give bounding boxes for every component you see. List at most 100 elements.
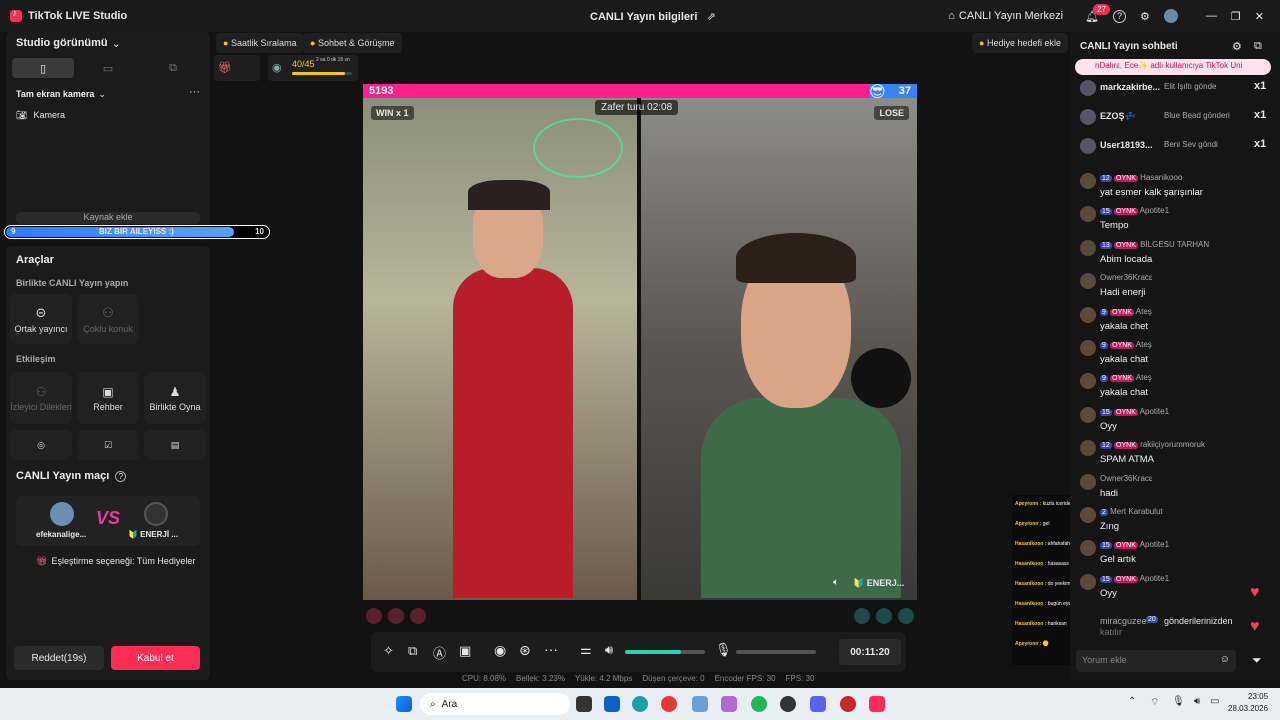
speaker-icon[interactable]: 🔈︎ [833,577,839,588]
volume-tray-icon[interactable]: 🔊︎ [1194,696,1200,707]
filter-icon[interactable]: ⏷ [1252,653,1262,668]
tool-box-button[interactable]: ▤ [144,430,206,460]
chat-message[interactable]: 9 OYNK Ateş yakala chat [1080,339,1270,369]
chrome-icon[interactable] [661,696,677,712]
app-red-icon[interactable] [840,696,856,712]
clock-time[interactable]: 23:05 [1248,692,1268,701]
portrait-view-button[interactable]: ▯ [12,58,74,78]
chat-message[interactable]: Owner36Kracε Hadi enerji [1080,272,1270,302]
popout-icon[interactable]: ⧉ [1254,40,1262,53]
task-view-icon[interactable] [576,696,592,712]
guest-icon[interactable] [366,608,382,624]
guest-icon[interactable] [854,608,870,624]
magic-wand-icon[interactable]: ✧ [383,643,394,659]
captions-icon[interactable]: ▣ [459,643,471,659]
tool-target-button[interactable]: ◎ [10,430,72,460]
live-center-button[interactable]: ⌂ CANLI Yayın Merkezi [948,10,1063,22]
tray-chevron-icon[interactable]: ⌃ [1128,696,1136,707]
edge-icon[interactable] [632,696,648,712]
chat-meet-button[interactable]: ● Sohbet & Görüşme [303,33,402,53]
chat-message[interactable]: 9 OYNK Ateş yakala chat [1080,372,1270,402]
hourly-rank-button[interactable]: ● Saatlik Sıralama [216,33,304,53]
add-gift-goal-button[interactable]: ● Hediye hedefi ekle [972,33,1069,53]
windows-start-icon[interactable] [396,696,412,712]
microphone-icon[interactable]: 🎙︎ [715,642,732,658]
record-icon[interactable]: ◉ [494,642,506,659]
close-icon[interactable]: ✕ [1255,10,1264,23]
more-icon[interactable]: ··· [544,641,558,657]
message-user[interactable]: Hasanikooo [1140,173,1182,182]
avatar[interactable] [1163,9,1178,23]
message-user[interactable]: BİLGESU TARHAN [1140,240,1209,249]
help-icon[interactable]: ? [1113,9,1127,23]
tool-checklist-button[interactable]: ☑ [77,430,139,460]
chat-message[interactable]: 15 OYNK Apotite1 Oyy [1080,406,1270,436]
live-info-button[interactable]: CANLI Yayın bilgileri ⇗ [590,10,716,23]
chat-message[interactable]: 12 OYNK Hasanikooo yat esmer kalk şarışın… [1080,172,1270,202]
outlook-icon[interactable] [604,696,620,712]
help-icon[interactable]: ? [115,470,127,482]
battery-icon[interactable]: ▭ [1210,696,1219,707]
settings-icon[interactable]: ⚙ [1232,40,1242,53]
mic-slider[interactable] [736,650,816,654]
clock-date[interactable]: 28.03.2026 [1228,704,1268,713]
taskbar-search[interactable]: ⌕ Ara [420,693,570,715]
chat-message[interactable]: 15 OYNK Apotite1 Gel artık [1080,539,1270,569]
chat-message[interactable]: 15 OYNK Apotite1 Tempo [1080,205,1270,235]
landscape-view-button[interactable]: ▭ [77,58,139,78]
message-user[interactable]: Ateş [1136,373,1152,382]
comment-input[interactable]: Yorum ekle ☺ [1076,650,1236,672]
settings-gear-icon[interactable]: ⚙ [1140,10,1150,23]
decline-button[interactable]: Reddet(19s) [14,646,104,670]
notification-bell[interactable]: 🔔︎ 27 [1085,3,1110,23]
minimize-icon[interactable]: — [1206,10,1217,22]
guest-icon[interactable] [876,608,892,624]
camera-section-header[interactable]: Tam ekran kamera ⌄ [16,89,106,100]
studio-view-dropdown[interactable]: Studio görünümü ⌄ [16,37,121,50]
chat-message[interactable]: 15 OYNK Apotite1 Oyy [1080,573,1270,603]
volume-icon[interactable]: 🔊︎ [605,642,613,658]
mic-tray-icon[interactable]: 🎙︎ [1172,696,1185,707]
effects-icon[interactable]: ⧉ [408,643,417,659]
chat-message[interactable]: 12 OYNK rakiiçiyorummoruk SPAM ATMA [1080,439,1270,469]
volume-slider[interactable] [625,650,705,654]
copilot-icon[interactable] [721,696,737,712]
multi-guest-button[interactable]: ⚇ Çoklu konuk [77,294,139,344]
wifi-icon[interactable]: ⌔ [1150,696,1159,709]
chat-message[interactable]: Owner36Kracε hadi [1080,473,1270,503]
ai-icon[interactable]: Ⓐ [433,643,446,662]
message-user[interactable]: Apotite1 [1140,407,1169,416]
dual-view-button[interactable]: ⧉ [142,58,204,78]
message-user[interactable]: rakiiçiyorummoruk [1140,440,1205,449]
chat-message[interactable]: 2 Mert Karabulut Zıng [1080,506,1270,536]
cohost-button[interactable]: ⊝ Ortak yayıncı [10,294,72,344]
message-user[interactable]: Owner36Kracε [1100,474,1152,483]
message-user[interactable]: Owner36Kracε [1100,273,1152,282]
settings-app-icon[interactable] [692,696,708,712]
guest-icon[interactable] [410,608,426,624]
message-user[interactable]: Apotite1 [1140,206,1169,215]
message-user[interactable]: Mert Karabulut [1110,507,1162,516]
message-user[interactable]: Ateş [1136,307,1152,316]
message-user[interactable]: Ateş [1136,340,1152,349]
camera-switch-icon[interactable]: ⊛ [519,642,531,659]
maximize-icon[interactable]: ❐ [1231,10,1241,23]
guest-icon[interactable] [898,608,914,624]
more-options-icon[interactable]: ··· [189,86,200,98]
chat-message[interactable]: 13 OYNK BİLGESU TARHAN Abim locada [1080,239,1270,269]
spotify-icon[interactable] [751,696,767,712]
discord-icon[interactable] [810,696,826,712]
viewer-requests-button[interactable]: ⚇ İzleyici Dilekleri [10,372,72,424]
message-user[interactable]: Apotite1 [1140,574,1169,583]
chat-message[interactable]: 9 OYNK Ateş yakala chet [1080,306,1270,336]
gift-widget[interactable]: 🎁︎ [214,55,260,81]
add-source-button[interactable]: Kaynak ekle [16,212,200,224]
guide-button[interactable]: ▣ Rehber [77,372,139,424]
camera-source-item[interactable]: 📷︎ Kamera [16,110,65,121]
guest-icon[interactable] [388,608,404,624]
tiktok-studio-icon[interactable] [869,696,885,712]
play-together-button[interactable]: ♟ Birlikte Oyna [144,372,206,424]
adjust-icon[interactable]: ⚌ [580,642,592,658]
accept-button[interactable]: Kabul et [111,646,200,670]
emoji-icon[interactable]: ☺ [1220,654,1230,665]
